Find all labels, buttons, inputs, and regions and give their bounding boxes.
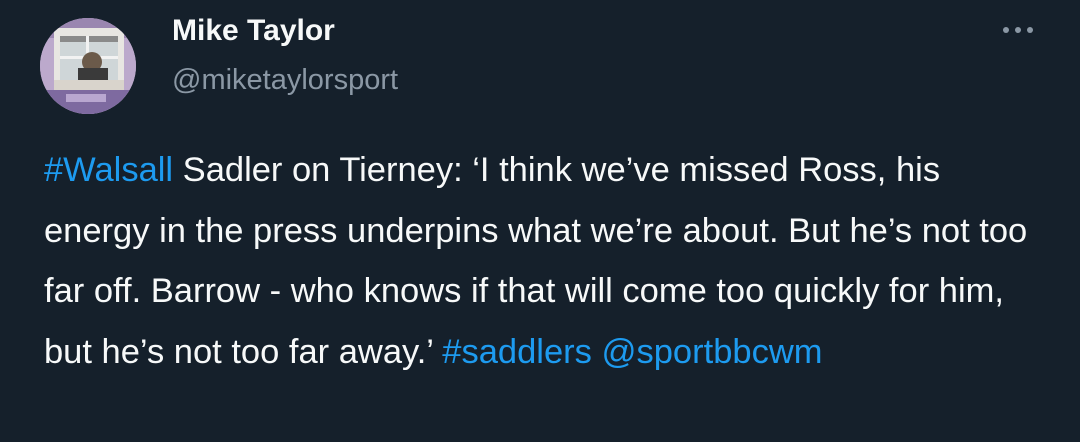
tweet-card: Mike Taylor @miketaylorsport #Walsall Sa…: [0, 0, 1080, 442]
author-handle[interactable]: @miketaylorsport: [172, 62, 398, 98]
avatar[interactable]: [40, 18, 136, 114]
avatar-image: [40, 18, 136, 114]
author-display-name[interactable]: Mike Taylor: [172, 12, 335, 50]
more-horizontal-icon: [1003, 27, 1033, 33]
mention-sportbbcwm-link[interactable]: @sportbbcwm: [601, 333, 822, 371]
tweet-text: #Walsall Sadler on Tierney: ‘I think we’…: [44, 140, 1044, 382]
hashtag-saddlers-link[interactable]: #saddlers: [442, 333, 592, 371]
more-options-button[interactable]: [998, 20, 1038, 40]
hashtag-walsall-link[interactable]: #Walsall: [44, 151, 173, 189]
